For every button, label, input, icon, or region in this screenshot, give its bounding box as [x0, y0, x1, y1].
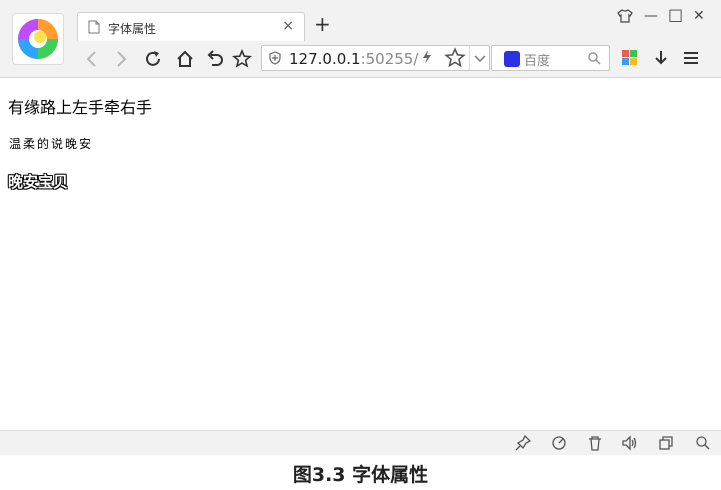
back-icon[interactable]	[82, 49, 102, 69]
maximize-icon[interactable]: □	[668, 5, 683, 24]
speed-icon[interactable]	[551, 435, 567, 451]
shirt-icon[interactable]	[617, 9, 633, 23]
reload-icon[interactable]	[143, 49, 163, 69]
page-icon	[88, 20, 100, 34]
address-bar[interactable]: 127.0.0.1:50255/	[261, 45, 490, 71]
text-line-2: 温柔的说晚安	[9, 137, 94, 151]
status-bar	[0, 430, 721, 455]
url-host: 127.0.0.1	[289, 50, 361, 68]
apps-grid-icon[interactable]	[622, 50, 637, 65]
lightning-icon[interactable]	[422, 49, 432, 65]
minimize-icon[interactable]: —	[644, 8, 658, 24]
speaker-icon[interactable]	[621, 435, 637, 451]
undo-icon[interactable]	[205, 49, 225, 69]
text-line-3: 晚安宝贝	[8, 173, 69, 191]
search-engine-label: 百度	[524, 54, 551, 69]
window-restore-icon[interactable]	[658, 435, 674, 451]
window-close-icon[interactable]: ✕	[693, 8, 705, 24]
page-content: 有缘路上左手牵右手 温柔的说晚安 晚安宝贝	[0, 78, 721, 430]
zoom-icon[interactable]	[695, 435, 711, 451]
favorite-star-icon[interactable]	[232, 49, 252, 69]
tab-title: 字体属性	[108, 22, 157, 36]
bookmark-star-icon[interactable]	[444, 47, 466, 69]
text-line-1: 有缘路上左手牵右手	[8, 98, 153, 117]
search-box[interactable]: 百度	[491, 45, 610, 71]
url-text[interactable]: 127.0.0.1:50255/	[289, 50, 418, 68]
chevron-down-icon[interactable]	[469, 46, 490, 70]
home-icon[interactable]	[175, 49, 195, 69]
figure-caption: 图3.3 字体属性	[292, 464, 429, 486]
shield-icon	[269, 51, 281, 65]
menu-icon[interactable]	[683, 50, 699, 66]
tab-close-icon[interactable]: ×	[282, 18, 294, 34]
trash-icon[interactable]	[587, 435, 603, 451]
forward-icon[interactable]	[111, 49, 131, 69]
search-icon[interactable]	[587, 51, 601, 65]
new-tab-button[interactable]: +	[314, 14, 331, 34]
browser-window: 字体属性 × + — □ ✕ 127.0.0.1:50255/ 百度 有缘路上左…	[0, 0, 721, 455]
download-icon[interactable]	[653, 49, 669, 67]
pin-icon[interactable]	[515, 435, 531, 451]
tab-active[interactable]: 字体属性 ×	[77, 12, 305, 41]
url-port: :50255/	[360, 50, 419, 68]
baidu-paw-icon	[504, 51, 520, 67]
